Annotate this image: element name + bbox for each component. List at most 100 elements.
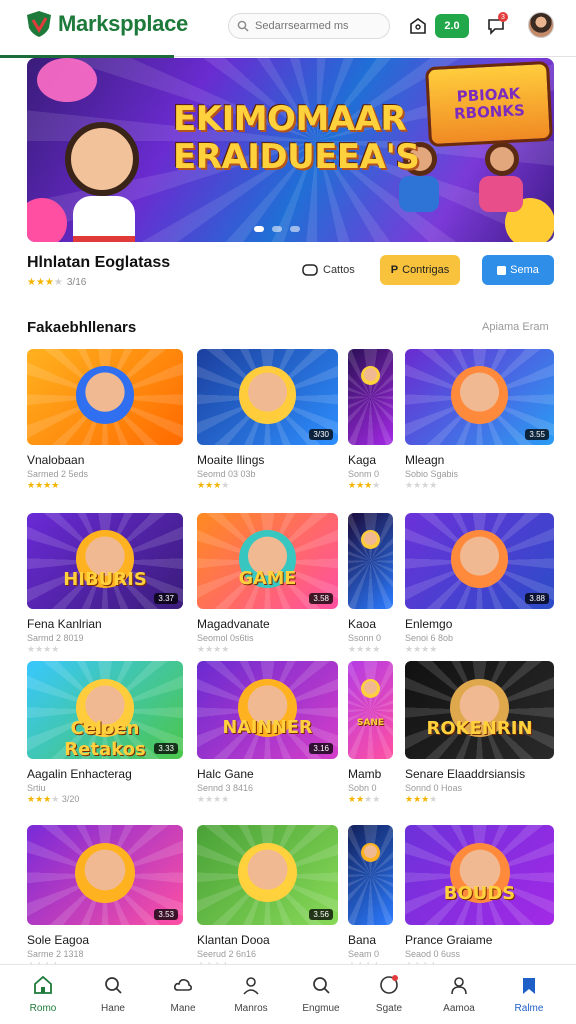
game-subtitle: Sonm 0 bbox=[348, 469, 380, 479]
game-title[interactable]: Kaga bbox=[348, 453, 393, 467]
nav-item-hane[interactable]: Hane bbox=[83, 973, 143, 1014]
coin-balance[interactable]: 2.0 bbox=[435, 14, 469, 38]
star-rating: ★★★★ 3/20 bbox=[27, 794, 80, 804]
nav-item-engmue[interactable]: Engmue bbox=[291, 973, 351, 1014]
game-card[interactable]: Kaoa Ssonn 0 ★★★★ bbox=[348, 513, 393, 655]
game-title[interactable]: Magadvanate bbox=[197, 617, 338, 631]
game-thumbnail[interactable]: 3/30 bbox=[197, 349, 338, 445]
collections-button[interactable]: Cattos bbox=[302, 257, 355, 283]
store-icon[interactable] bbox=[406, 14, 430, 38]
game-thumbnail[interactable]: NAINNER 3.16 bbox=[197, 661, 338, 759]
game-thumbnail[interactable]: HIBURIS 3.37 bbox=[27, 513, 183, 609]
game-card[interactable]: ROKENRIN Senare Elaaddrsiansis Sonnd 0 Hoa… bbox=[405, 661, 554, 805]
game-thumbnail[interactable]: 3.55 bbox=[405, 349, 554, 445]
save-button[interactable]: Sema bbox=[482, 255, 554, 285]
game-subtitle: Sobio Sgabis bbox=[405, 469, 459, 479]
game-subtitle: Srtiu bbox=[27, 783, 46, 793]
star-rating: ★★★★ bbox=[27, 277, 63, 288]
game-subtitle: Sarme 2 1318 bbox=[27, 949, 84, 959]
game-card[interactable]: GAME 3.58 Magadvanate Seomol 0s6tis ★★★★ bbox=[197, 513, 338, 655]
carousel-dot[interactable] bbox=[272, 226, 282, 232]
compass-icon bbox=[359, 973, 419, 997]
game-thumbnail[interactable] bbox=[348, 349, 393, 445]
game-title[interactable]: Mamb bbox=[348, 767, 393, 781]
game-title[interactable]: Prance Graiame bbox=[405, 933, 554, 947]
nav-item-mane[interactable]: Mane bbox=[153, 973, 213, 1014]
game-title[interactable]: Senare Elaaddrsiansis bbox=[405, 767, 554, 781]
game-card[interactable]: BanaSeam 0★★★★ bbox=[348, 825, 393, 971]
game-title[interactable]: Fena Kanlrian bbox=[27, 617, 183, 631]
game-art-title: NAINNER bbox=[222, 717, 313, 738]
game-subtitle: Sonnd 0 Hoas bbox=[405, 783, 463, 793]
brand-logo[interactable]: Markspplace bbox=[26, 10, 188, 38]
game-thumbnail[interactable] bbox=[348, 513, 393, 609]
nav-item-romo[interactable]: Romo bbox=[13, 973, 73, 1014]
game-card[interactable]: HIBURIS 3.37 Fena Kanlrian Sarmd 2 8019 ★★★★ bbox=[27, 513, 183, 655]
search-box[interactable] bbox=[228, 13, 390, 39]
game-thumbnail[interactable]: 3.56 bbox=[197, 825, 338, 925]
game-subtitle: Senoi 6 8ob bbox=[405, 633, 454, 643]
boy-character-body bbox=[479, 176, 523, 212]
game-card[interactable]: 3/30 Moaite Ilings Seomd 03 03b ★★★★ bbox=[197, 349, 338, 491]
carousel-dot[interactable] bbox=[290, 226, 300, 232]
game-thumbnail[interactable]: Celoen Retakos 3.33 bbox=[27, 661, 183, 759]
game-duration-chip: 3.88 bbox=[525, 593, 549, 604]
game-title[interactable]: Kaoa bbox=[348, 617, 393, 631]
game-character bbox=[450, 530, 509, 588]
game-character bbox=[238, 366, 297, 424]
girl-character-head bbox=[65, 122, 139, 196]
game-thumbnail[interactable]: ROKENRIN bbox=[405, 661, 554, 759]
game-card[interactable]: Vnalobaan Sarmed 2 5eds ★★★★ bbox=[27, 349, 183, 491]
game-thumbnail[interactable] bbox=[348, 825, 393, 925]
nav-item-ralme[interactable]: Ralme bbox=[499, 973, 559, 1014]
collections-label: Cattos bbox=[323, 264, 355, 276]
game-thumbnail[interactable] bbox=[27, 349, 183, 445]
hero-banner[interactable]: EKIMOMAAR ERAIDUEEA'S PBIOAK RBONKS bbox=[27, 58, 554, 242]
game-duration-chip: 3.37 bbox=[154, 593, 178, 604]
game-duration-chip: 3.56 bbox=[309, 909, 333, 920]
game-duration-chip: 3.58 bbox=[309, 593, 333, 604]
game-art-title: BOUDS bbox=[443, 883, 516, 904]
carousel-dot[interactable] bbox=[254, 226, 264, 232]
game-card[interactable]: NAINNER 3.16 Halc Gane Sennd 3 8416 ★★★★ bbox=[197, 661, 338, 805]
nav-item-label: Romo bbox=[29, 1003, 57, 1014]
game-title[interactable]: Bana bbox=[348, 933, 393, 947]
game-card[interactable]: SANE Mamb Sobn 0 ★★★★ bbox=[348, 661, 393, 805]
game-title[interactable]: Aagalin Enhacterag bbox=[27, 767, 183, 781]
game-thumbnail[interactable]: 3.88 bbox=[405, 513, 554, 609]
game-title[interactable]: Moaite Ilings bbox=[197, 453, 338, 467]
categories-button[interactable]: P Contrigas bbox=[380, 255, 460, 285]
nav-item-manros[interactable]: Manros bbox=[221, 973, 281, 1014]
see-all-link[interactable]: Apiama Eram bbox=[482, 321, 549, 333]
game-card[interactable]: Celoen Retakos 3.33 Aagalin Enhacterag Srti… bbox=[27, 661, 183, 805]
game-thumbnail[interactable]: GAME 3.58 bbox=[197, 513, 338, 609]
game-card[interactable]: BOUDSPrance GraiameSeaod 0 6uss★★★★ bbox=[405, 825, 554, 971]
game-card[interactable]: 3.88 Enlemgo Senoi 6 8ob ★★★★ bbox=[405, 513, 554, 655]
game-character bbox=[450, 366, 509, 424]
game-card[interactable]: Kaga Sonm 0 ★★★★ bbox=[348, 349, 393, 491]
game-title[interactable]: Sole Eagoa bbox=[27, 933, 183, 947]
game-card[interactable]: 3.53Sole EagoaSarme 2 1318★★★★ bbox=[27, 825, 183, 971]
nav-item-sgate[interactable]: Sgate bbox=[359, 973, 419, 1014]
boy-character-body bbox=[399, 176, 439, 212]
game-thumbnail[interactable]: 3.53 bbox=[27, 825, 183, 925]
balloon-shape bbox=[37, 58, 97, 102]
game-thumbnail[interactable]: SANE bbox=[348, 661, 393, 759]
game-subtitle: Seaod 0 6uss bbox=[405, 949, 461, 959]
game-card[interactable]: 3.55 Mleagn Sobio Sgabis ★★★★ bbox=[405, 349, 554, 491]
search-input[interactable] bbox=[255, 20, 375, 32]
hero-title-line2: ERAIDUEEA'S bbox=[173, 137, 420, 177]
game-title[interactable]: Klantan Dooa bbox=[197, 933, 338, 947]
cloud-icon bbox=[153, 973, 213, 997]
game-card[interactable]: 3.56Klantan DooaSeerud 2 6n16★★★★ bbox=[197, 825, 338, 971]
carousel-dots[interactable] bbox=[254, 226, 300, 232]
chat-icon[interactable]: 3 bbox=[484, 12, 508, 38]
game-title[interactable]: Mleagn bbox=[405, 453, 554, 467]
user-avatar[interactable] bbox=[528, 12, 554, 38]
game-thumbnail[interactable]: BOUDS bbox=[405, 825, 554, 925]
game-title[interactable]: Halc Gane bbox=[197, 767, 338, 781]
game-title[interactable]: Enlemgo bbox=[405, 617, 554, 631]
game-title[interactable]: Vnalobaan bbox=[27, 453, 183, 467]
nav-item-aamoa[interactable]: Aamoa bbox=[429, 973, 489, 1014]
search-icon bbox=[237, 20, 249, 32]
